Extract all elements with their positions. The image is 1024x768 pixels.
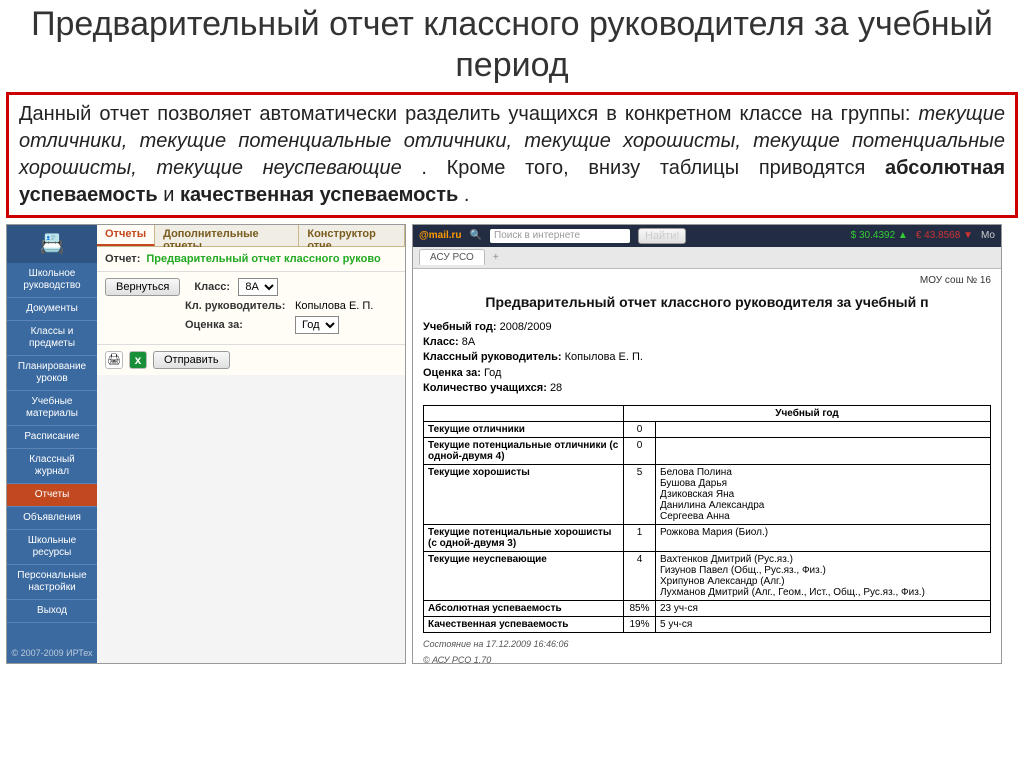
sidebar: 📇 Школьное руководствоДокументыКлассы и … — [7, 225, 97, 663]
meta-grade-value: Год — [484, 367, 502, 379]
send-button[interactable]: Отправить — [153, 351, 230, 369]
desc-and: и — [163, 184, 180, 206]
description-box: Данный отчет позволяет автоматически раз… — [6, 92, 1018, 218]
report-preview: @mail.ru 🔍 Поиск в интернете Найти! $ 30… — [412, 224, 1002, 664]
desc-bold2: качественная успеваемость — [180, 184, 458, 206]
back-button[interactable]: Вернуться — [105, 278, 180, 296]
desc-mid: . Кроме того, внизу таблицы приводятся — [421, 157, 885, 179]
row-names: Вахтенков Дмитрий (Рус.яз.) Гизунов Паве… — [656, 551, 991, 600]
print-icon[interactable] — [105, 351, 123, 369]
tab-constructor[interactable]: Конструктор отче — [299, 225, 405, 246]
table-row: Текущие неуспевающие4Вахтенков Дмитрий (… — [424, 551, 991, 600]
th-year: Учебный год — [624, 405, 991, 421]
teacher-label: Кл. руководитель: — [185, 300, 295, 312]
sidebar-item[interactable]: Расписание — [7, 426, 97, 449]
app-screenshot-left: 📇 Школьное руководствоДокументыКлассы и … — [6, 224, 406, 664]
report-name: Предварительный отчет классного руково — [146, 253, 380, 265]
sidebar-item[interactable]: Документы — [7, 298, 97, 321]
footer-copyright: © АСУ РСО 1.70 — [423, 655, 991, 663]
report-title: Предварительный отчет классного руководи… — [423, 294, 991, 310]
row-count: 19% — [624, 616, 656, 632]
tabs: Отчеты Дополнительные отчеты Конструктор… — [97, 225, 405, 247]
sidebar-item[interactable]: Классный журнал — [7, 449, 97, 484]
footer-timestamp: Состояние на 17.12.2009 16:46:06 — [423, 639, 991, 649]
sidebar-logo-icon: 📇 — [7, 225, 97, 263]
toolbar: Отправить — [97, 345, 405, 375]
meta-class-label: Класс: — [423, 336, 459, 348]
row-count: 1 — [624, 524, 656, 551]
row-label: Текущие отличники — [424, 421, 624, 437]
meta-class-value: 8А — [462, 336, 475, 348]
browser-toolbar: @mail.ru 🔍 Поиск в интернете Найти! $ 30… — [413, 225, 1001, 247]
sidebar-item[interactable]: Планирование уроков — [7, 356, 97, 391]
teacher-value: Копылова Е. П. — [295, 300, 373, 312]
row-names — [656, 437, 991, 464]
row-label: Текущие потенциальные хорошисты (с одной… — [424, 524, 624, 551]
excel-icon[interactable] — [129, 351, 147, 369]
mo-label: Мо — [981, 230, 995, 241]
row-label: Абсолютная успеваемость — [424, 600, 624, 616]
row-count: 0 — [624, 437, 656, 464]
browser-tab[interactable]: АСУ РСО — [419, 249, 485, 265]
row-names: Рожкова Мария (Биол.) — [656, 524, 991, 551]
row-names — [656, 421, 991, 437]
browser-tabs: АСУ РСО + — [413, 247, 1001, 269]
tab-extra-reports[interactable]: Дополнительные отчеты — [155, 225, 299, 246]
row-label: Текущие неуспевающие — [424, 551, 624, 600]
stock-eur: € 43.8568 ▼ — [916, 230, 973, 241]
table-row: Текущие отличники0 — [424, 421, 991, 437]
report-table: Учебный год Текущие отличники0Текущие по… — [423, 405, 991, 633]
desc-text: Данный отчет позволяет автоматически раз… — [19, 103, 919, 125]
add-tab-icon[interactable]: + — [493, 252, 499, 263]
search-icon: 🔍 — [470, 230, 482, 241]
sidebar-item[interactable]: Учебные материалы — [7, 391, 97, 426]
class-select[interactable]: 8А — [238, 278, 278, 296]
sidebar-item[interactable]: Отчеты — [7, 484, 97, 507]
desc-end: . — [464, 184, 470, 206]
table-row: Текущие потенциальные отличники (с одной… — [424, 437, 991, 464]
report-meta: Учебный год: 2008/2009 Класс: 8А Классны… — [423, 320, 991, 397]
browser-search[interactable]: Поиск в интернете — [490, 229, 630, 243]
report-label: Отчет: — [105, 253, 140, 265]
school-name: МОУ сош № 16 — [423, 275, 991, 286]
meta-grade-label: Оценка за: — [423, 367, 481, 379]
row-label: Текущие потенциальные отличники (с одной… — [424, 437, 624, 464]
table-row: Текущие потенциальные хорошисты (с одной… — [424, 524, 991, 551]
slide-title: Предварительный отчет классного руководи… — [0, 0, 1024, 92]
filters: Вернуться Класс: 8А Кл. руководитель: Ко… — [97, 272, 405, 345]
row-label: Текущие хорошисты — [424, 464, 624, 524]
row-names: 5 уч-ся — [656, 616, 991, 632]
table-row: Качественная успеваемость19%5 уч-ся — [424, 616, 991, 632]
meta-teacher-label: Классный руководитель: — [423, 351, 562, 363]
row-count: 85% — [624, 600, 656, 616]
meta-count-label: Количество учащихся: — [423, 382, 547, 394]
table-row: Абсолютная успеваемость85%23 уч-ся — [424, 600, 991, 616]
stock-usd: $ 30.4392 ▲ — [851, 230, 908, 241]
row-count: 5 — [624, 464, 656, 524]
meta-teacher-value: Копылова Е. П. — [565, 351, 643, 363]
sidebar-item[interactable]: Классы и предметы — [7, 321, 97, 356]
grade-select[interactable]: Год — [295, 316, 339, 334]
sidebar-item[interactable]: Персональные настройки — [7, 565, 97, 600]
sidebar-item[interactable]: Объявления — [7, 507, 97, 530]
meta-year-value: 2008/2009 — [500, 321, 552, 333]
sidebar-footer: © 2007-2009 ИРТех — [7, 643, 97, 663]
sidebar-item[interactable]: Выход — [7, 600, 97, 623]
tab-reports[interactable]: Отчеты — [97, 225, 155, 246]
mail-logo: @mail.ru — [419, 230, 462, 241]
row-count: 0 — [624, 421, 656, 437]
grade-label: Оценка за: — [185, 319, 295, 331]
meta-year-label: Учебный год: — [423, 321, 497, 333]
row-names: Белова Полина Бушова Дарья Дзиковская Ян… — [656, 464, 991, 524]
sidebar-item[interactable]: Школьные ресурсы — [7, 530, 97, 565]
report-name-row: Отчет: Предварительный отчет классного р… — [97, 247, 405, 272]
sidebar-item[interactable]: Школьное руководство — [7, 263, 97, 298]
find-button[interactable]: Найти! — [638, 228, 686, 244]
class-label: Класс: — [194, 281, 238, 293]
row-label: Качественная успеваемость — [424, 616, 624, 632]
row-names: 23 уч-ся — [656, 600, 991, 616]
meta-count-value: 28 — [550, 382, 562, 394]
row-count: 4 — [624, 551, 656, 600]
table-row: Текущие хорошисты5Белова Полина Бушова Д… — [424, 464, 991, 524]
